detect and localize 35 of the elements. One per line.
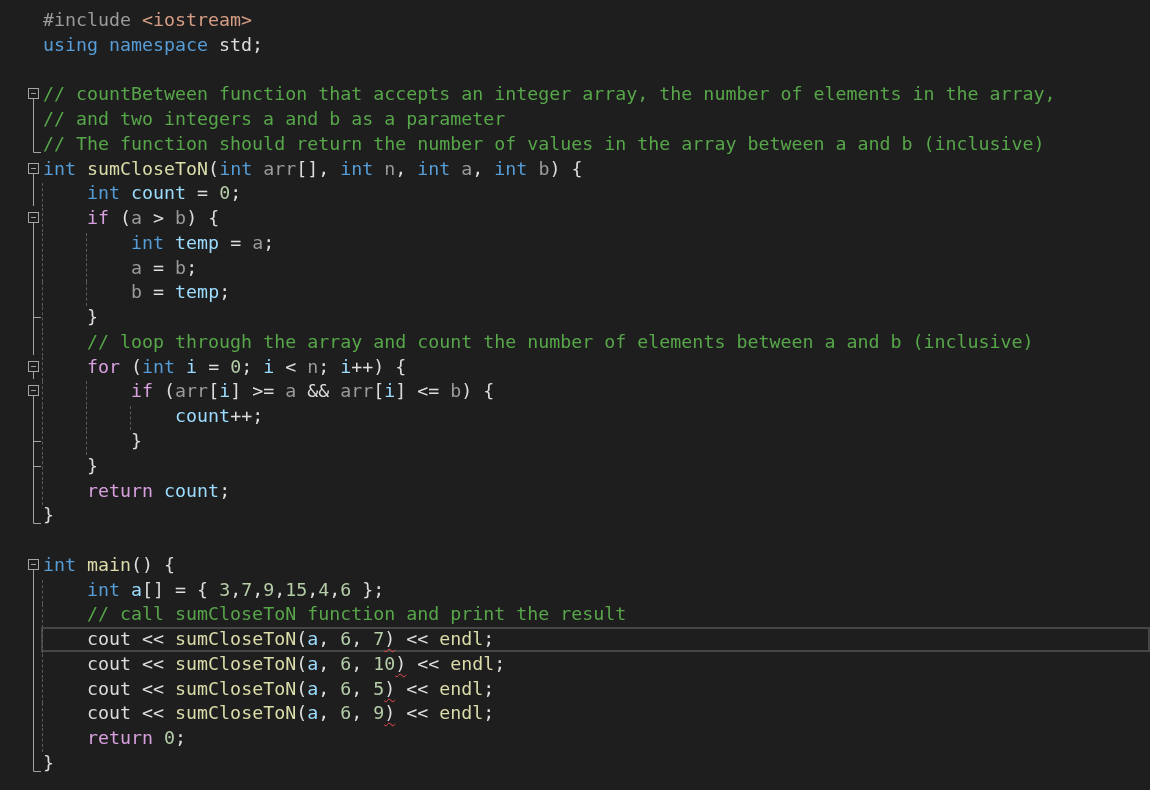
code-line: int count = 0; (41, 181, 1150, 207)
code-line: if (a > b) { (41, 206, 1150, 231)
code-line: return count; (41, 478, 1150, 504)
fold-toggle-icon[interactable] (28, 88, 39, 108)
code-line: // and two integers a and b as a parameter (42, 107, 507, 132)
fold-toggle-icon[interactable] (28, 360, 39, 380)
fold-toggle-icon[interactable] (28, 212, 39, 231)
code-line: // The function should return the number of values in the array between a and b (inclusive) (42, 131, 1046, 156)
fold-toggle-icon[interactable] (28, 162, 39, 182)
fold-toggle-icon[interactable] (28, 385, 39, 405)
code-line: return 0; (41, 726, 1150, 751)
code-line: b = temp; (41, 280, 1150, 306)
code-line: // loop through the array and count the number of elements between a and b (inclusive) (41, 329, 1150, 355)
code-line: // countBetween function that accepts an integer array, the number of elements in the array, (42, 82, 1057, 107)
code-line: int temp = a; (41, 230, 1150, 256)
code-line: cout << sumCloseToN(a, 6, 9) << endl; (41, 701, 1150, 727)
code-line: for (int i = 0; i < n; i++) { (41, 354, 1150, 380)
code-line: using namespace std; (42, 32, 265, 57)
code-line: int sumCloseToN(int arr[], int n, int a, int b) { (42, 156, 584, 181)
fold-toggle-icon[interactable] (28, 558, 39, 578)
code-line: } (41, 305, 1150, 330)
code-line: int main() { (42, 552, 177, 577)
code-line: } (41, 429, 1150, 454)
fold-guide-line (33, 181, 34, 207)
code-line: a = b; (41, 255, 1150, 281)
code-line: cout << sumCloseToN(a, 6, 5) << endl; (41, 676, 1150, 702)
code-line: // call sumCloseToN function and print the result (41, 602, 1150, 628)
code-line: } (41, 453, 1150, 479)
code-line: count++; (41, 404, 1150, 429)
code-line: int a[] = { 3,7,9,15,4,6 }; (41, 577, 1150, 603)
code-line: cout << sumCloseToN(a, 6, 10) << endl; (41, 651, 1150, 677)
code-line: if (arr[i] >= a && arr[i] <= b) { (41, 379, 1150, 405)
code-line: #include <iostream> (42, 8, 254, 32)
code-line: } (42, 503, 55, 528)
code-line: } (42, 750, 55, 775)
